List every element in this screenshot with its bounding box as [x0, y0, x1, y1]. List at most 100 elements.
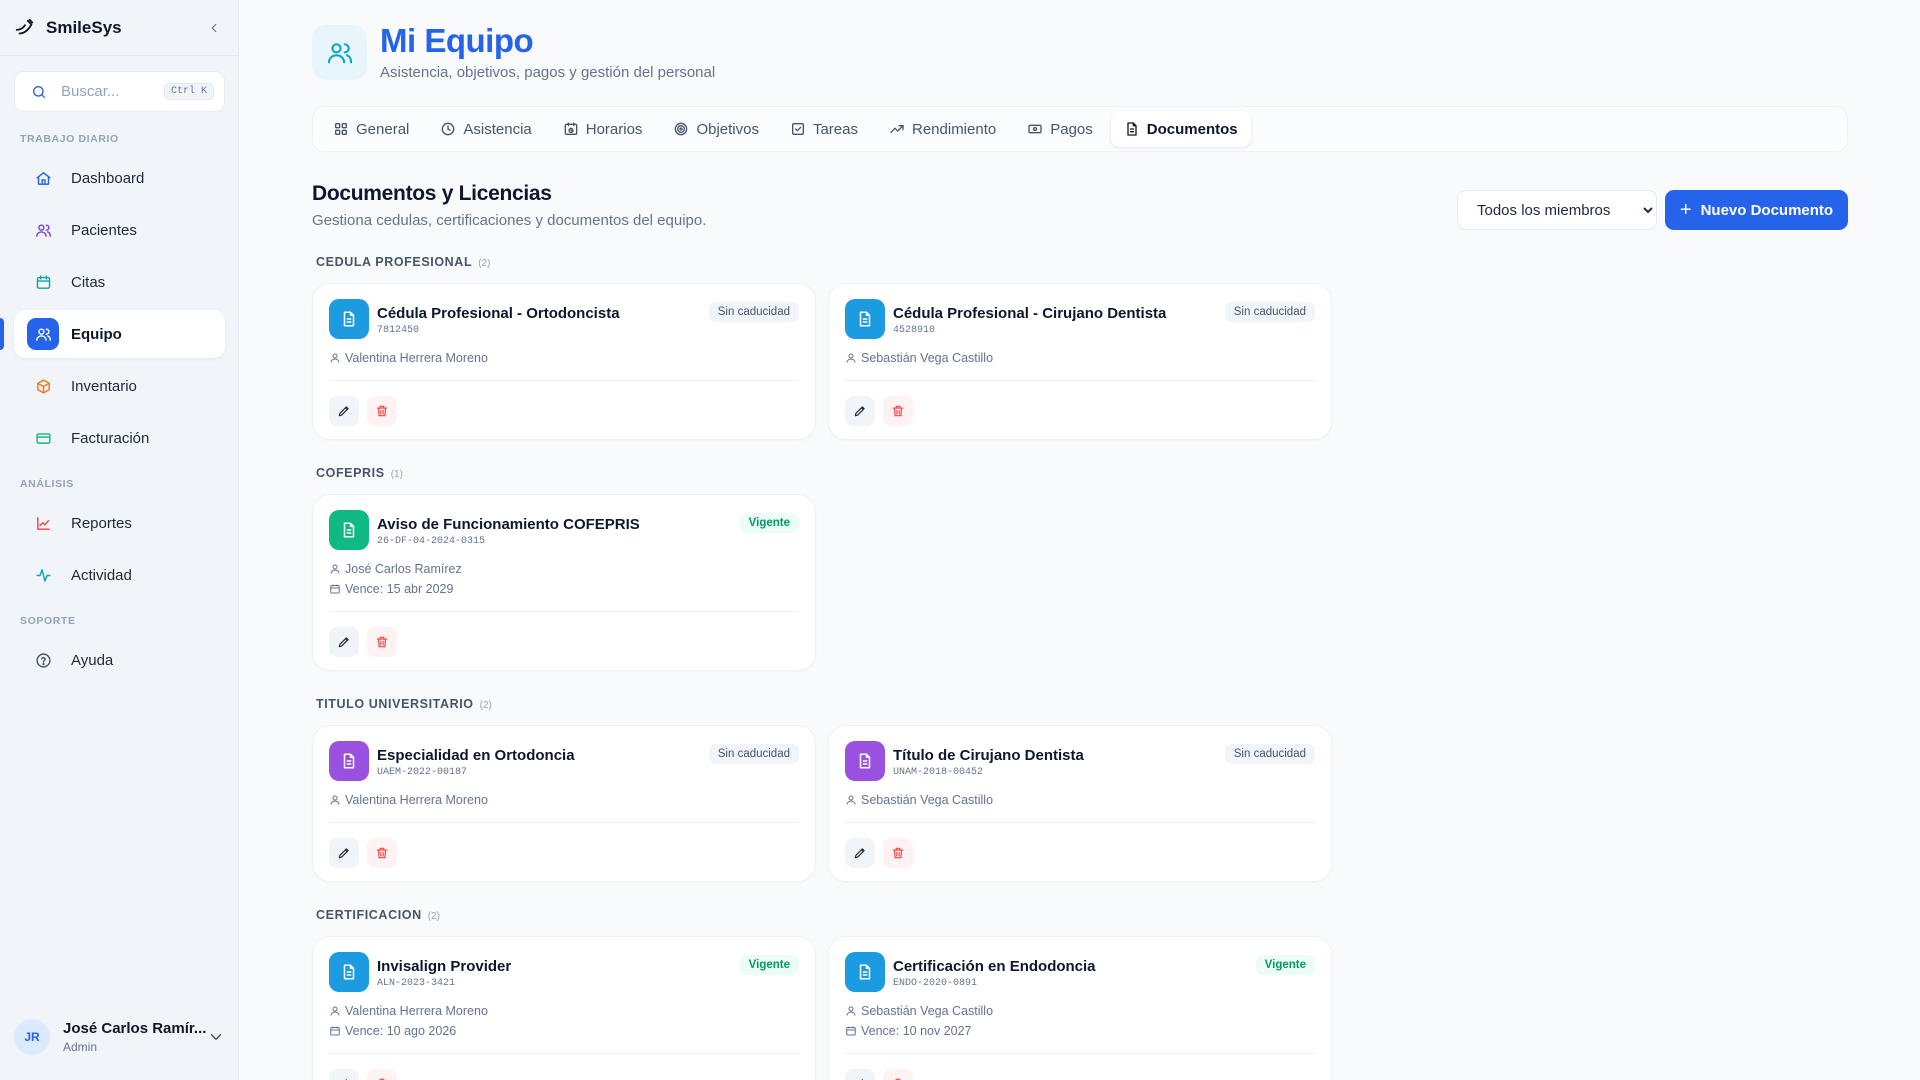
file-icon [1127, 122, 1137, 136]
document-title: Certificación en Endodoncia [893, 958, 1096, 975]
pencil-icon [338, 406, 349, 417]
edit-document-button[interactable] [329, 838, 359, 868]
user-role: Admin [63, 1040, 98, 1054]
status-badge: Vigente [739, 513, 799, 533]
avatar: JR [14, 1019, 50, 1055]
edit-document-button[interactable] [329, 1069, 359, 1080]
page-header-icon [312, 25, 367, 80]
user-name: José Carlos Ramír... [63, 1020, 207, 1037]
document-number: ALN-2023-3421 [377, 978, 456, 989]
delete-document-button[interactable] [367, 1069, 397, 1080]
tab-pagos[interactable]: Pagos [1014, 111, 1106, 147]
owner-name: Valentina Herrera Moreno [345, 351, 488, 365]
tab-horarios[interactable]: Horarios [550, 111, 656, 147]
help-circle-icon [35, 652, 51, 668]
document-owner: Sebastián Vega Castillo [845, 793, 993, 807]
tab-bar: General Asistencia Horarios Objetivos Ta… [312, 106, 1848, 152]
expiry-date: Vence: 10 ago 2026 [345, 1024, 457, 1038]
tab-rendimiento[interactable]: Rendimiento [876, 111, 1009, 147]
tab-objetivos[interactable]: Objetivos [660, 111, 772, 147]
collapse-sidebar-button[interactable] [204, 18, 224, 38]
document-type-icon [845, 952, 885, 992]
owner-name: Sebastián Vega Castillo [861, 351, 994, 365]
document-type-icon [329, 741, 369, 781]
document-title: Título de Cirujano Dentista [893, 747, 1084, 764]
sidebar-item-actividad[interactable]: Actividad [14, 551, 225, 599]
document-number: UAEM-2022-00187 [377, 767, 468, 778]
delete-document-button[interactable] [367, 627, 397, 657]
tab-label: Rendimiento [912, 120, 997, 138]
delete-document-button[interactable] [367, 838, 397, 868]
document-type-icon [329, 510, 369, 550]
sidebar-item-label: Ayuda [71, 651, 114, 669]
tab-tareas[interactable]: Tareas [777, 111, 871, 147]
card-divider [845, 1053, 1315, 1054]
document-number: 26-DF-04-2024-0315 [377, 536, 486, 547]
delete-document-button[interactable] [883, 396, 913, 426]
status-badge: Sin caducidad [708, 302, 799, 322]
search-input[interactable] [61, 83, 161, 100]
tab-asistencia[interactable]: Asistencia [427, 111, 544, 147]
group-count: (1) [390, 469, 403, 480]
delete-document-button[interactable] [883, 1069, 913, 1080]
section-title: Documentos y Licencias [312, 182, 552, 205]
edit-document-button[interactable] [329, 396, 359, 426]
group-header: CERTIFICACION (2) [316, 908, 440, 922]
sidebar-item-citas[interactable]: Citas [14, 258, 225, 306]
sidebar-item-dashboard[interactable]: Dashboard [14, 154, 225, 202]
owner-name: Sebastián Vega Castillo [861, 1004, 994, 1018]
file-text-icon [343, 753, 355, 769]
file-text-icon [343, 522, 355, 538]
user-icon [846, 795, 856, 805]
edit-document-button[interactable] [845, 396, 875, 426]
document-number: 4528910 [893, 325, 936, 336]
card-divider [845, 822, 1315, 823]
card-divider [329, 380, 799, 381]
group-label: CEDULA PROFESIONAL [316, 255, 473, 269]
tab-general[interactable]: General [320, 111, 422, 147]
section-subtitle: Gestiona cedulas, certificaciones y docu… [312, 212, 707, 229]
search-box[interactable]: Ctrl K [14, 71, 225, 112]
tab-label: Pagos [1050, 120, 1093, 138]
sidebar-item-facturacion[interactable]: Facturación [14, 414, 225, 462]
user-menu[interactable]: JR José Carlos Ramír... Admin [14, 1011, 225, 1063]
user-icon [846, 353, 856, 363]
sidebar-item-reportes[interactable]: Reportes [14, 499, 225, 547]
pencil-icon [854, 406, 865, 417]
document-title: Especialidad en Ortodoncia [377, 747, 575, 764]
new-document-button[interactable]: + Nuevo Documento [1665, 190, 1848, 230]
calendar-clock-icon [564, 122, 578, 135]
user-icon [330, 564, 340, 574]
delete-document-button[interactable] [367, 396, 397, 426]
credit-card-icon [35, 432, 51, 444]
file-text-icon [859, 753, 871, 769]
calendar-clock-icon [846, 1026, 856, 1036]
user-icon [846, 1006, 856, 1016]
edit-document-button[interactable] [845, 838, 875, 868]
user-icon [330, 1006, 340, 1016]
user-icon [330, 353, 340, 363]
edit-document-button[interactable] [329, 627, 359, 657]
trash-icon [376, 847, 388, 859]
document-owner: Valentina Herrera Moreno [329, 793, 488, 807]
sidebar-item-equipo[interactable]: Equipo [14, 310, 225, 358]
sidebar-item-inventario[interactable]: Inventario [14, 362, 225, 410]
member-filter-select[interactable]: Todos los miembros [1457, 190, 1657, 230]
banknote-icon [1028, 124, 1042, 134]
status-badge: Sin caducidad [1224, 744, 1315, 764]
new-document-label: Nuevo Documento [1700, 201, 1834, 219]
owner-name: Sebastián Vega Castillo [861, 793, 994, 807]
sidebar-item-pacientes[interactable]: Pacientes [14, 206, 225, 254]
delete-document-button[interactable] [883, 838, 913, 868]
document-number: ENDO-2020-0891 [893, 978, 978, 989]
owner-name: Valentina Herrera Moreno [345, 793, 488, 807]
sidebar-item-ayuda[interactable]: Ayuda [14, 636, 225, 684]
tab-documentos[interactable]: Documentos [1110, 111, 1251, 147]
user-info: José Carlos Ramír... Admin [63, 1020, 206, 1054]
file-text-icon [343, 964, 355, 980]
edit-document-button[interactable] [845, 1069, 875, 1080]
expiry-date: Vence: 10 nov 2027 [861, 1024, 972, 1038]
document-expiry: Vence: 10 ago 2026 [329, 1024, 456, 1038]
document-title: Aviso de Funcionamiento COFEPRIS [377, 516, 640, 533]
file-text-icon [859, 311, 871, 327]
